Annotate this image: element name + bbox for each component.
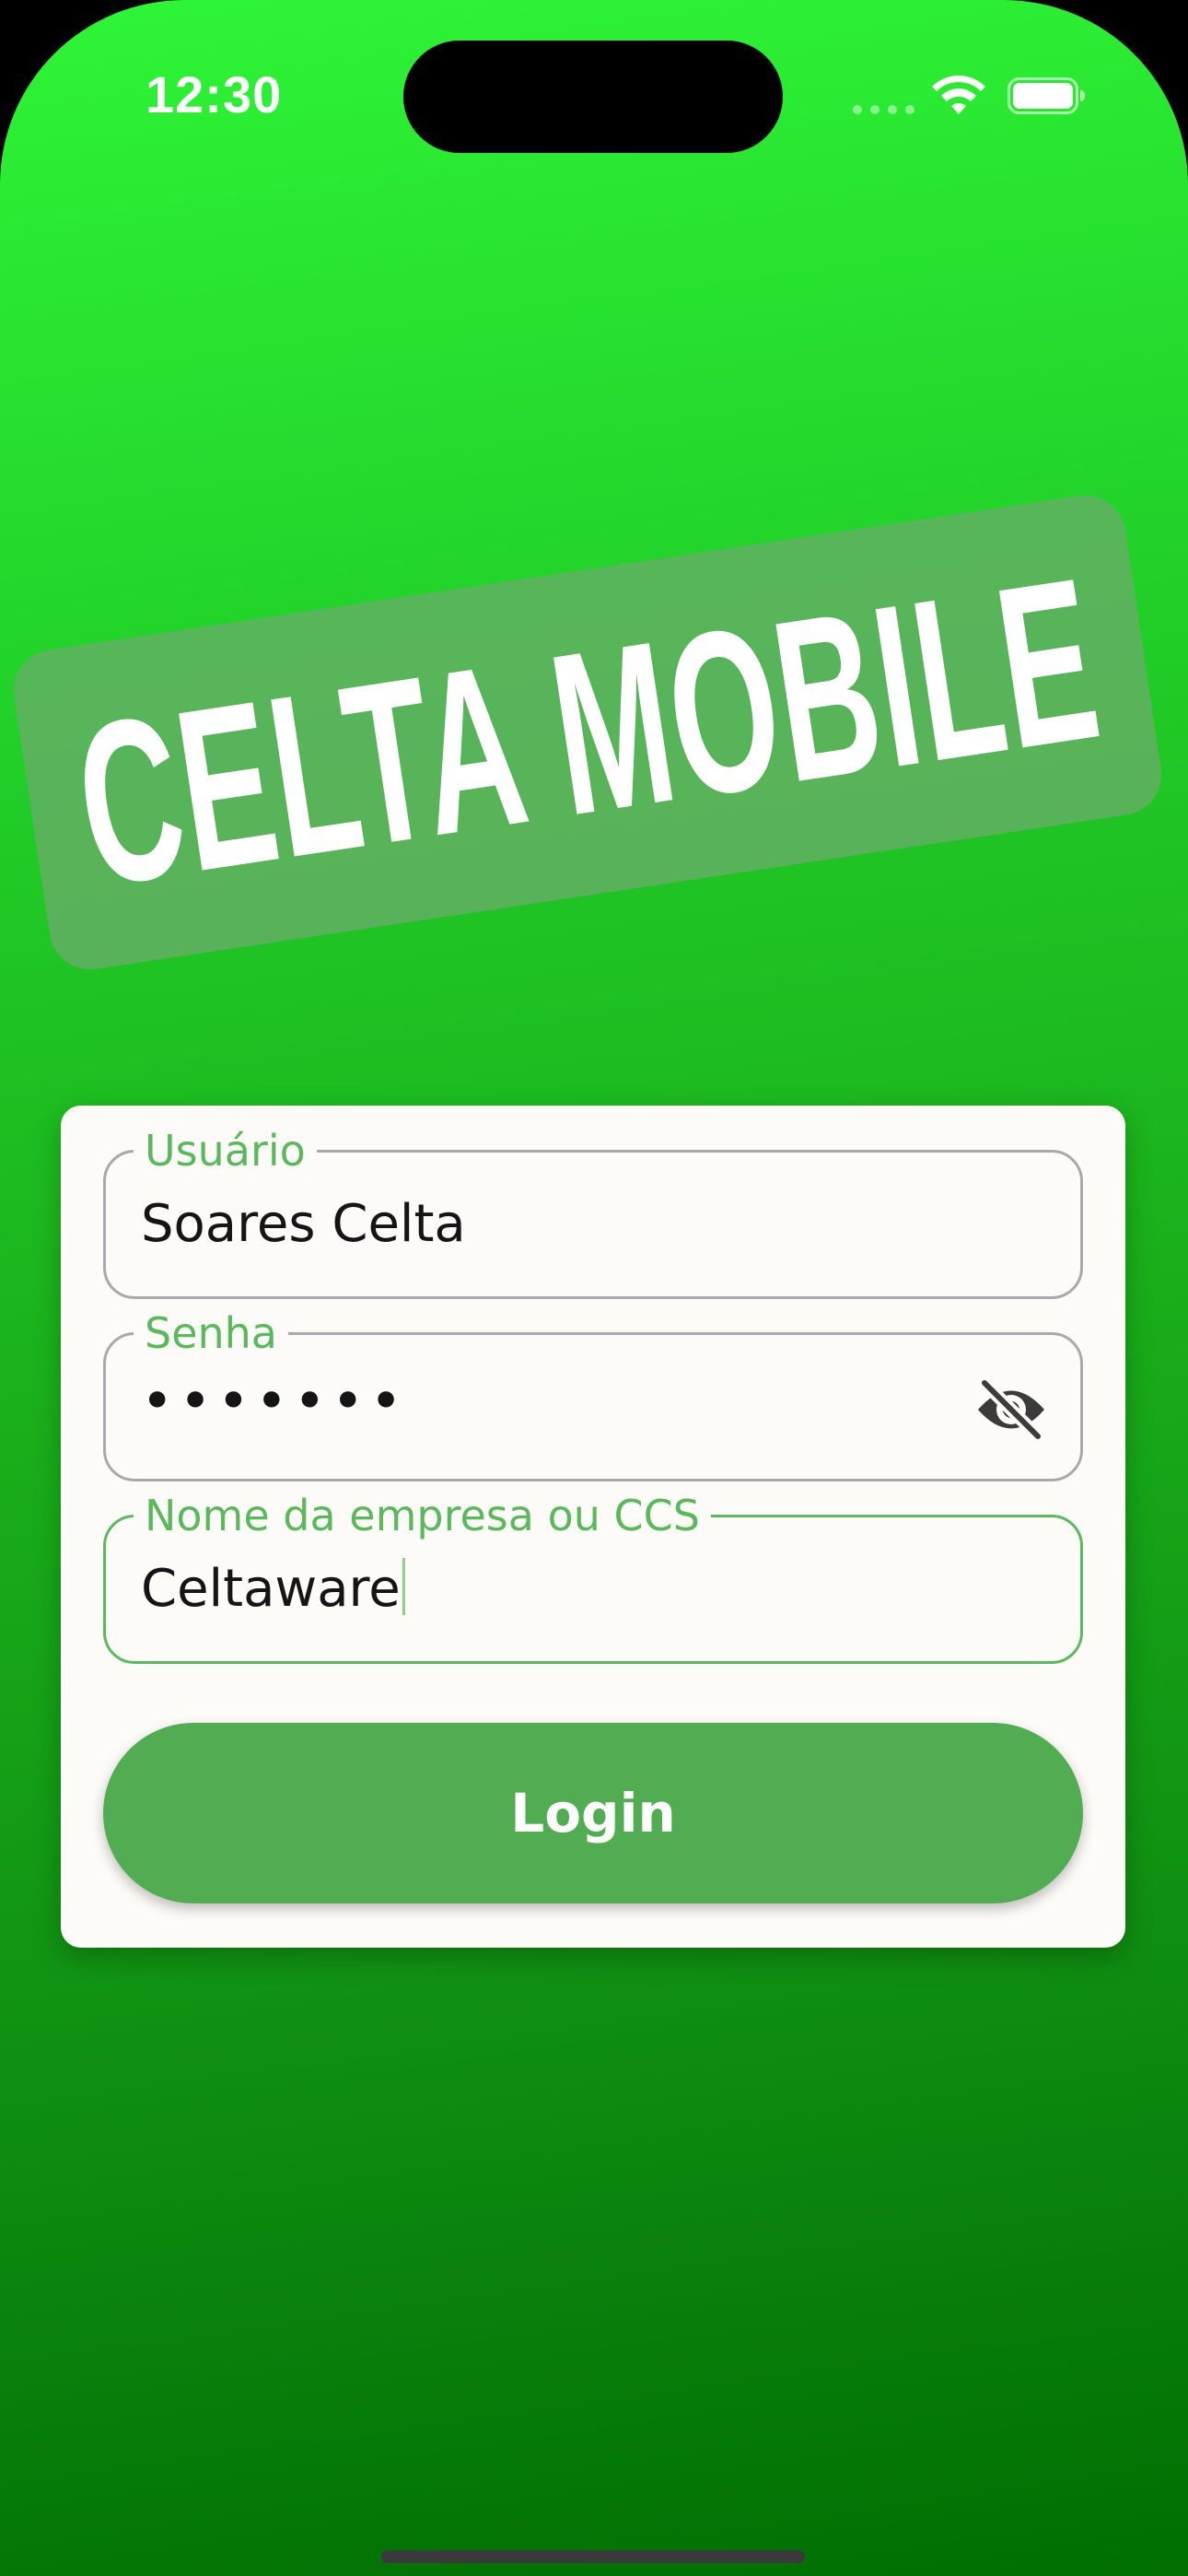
- username-label: Usuário: [134, 1125, 317, 1177]
- password-field[interactable]: Senha •••••••: [103, 1307, 1083, 1481]
- eye-off-icon[interactable]: [975, 1377, 1047, 1442]
- username-field[interactable]: Usuário Soares Celta: [103, 1125, 1083, 1299]
- text-caret: [402, 1558, 405, 1615]
- home-indicator[interactable]: [381, 2550, 805, 2563]
- cellular-signal-icon: [853, 105, 914, 114]
- company-value-text: Celtaware: [141, 1559, 401, 1619]
- password-value[interactable]: •••••••: [141, 1368, 408, 1434]
- company-value[interactable]: Celtaware: [141, 1556, 405, 1622]
- status-time: 12:30: [146, 65, 283, 123]
- login-button[interactable]: Login: [103, 1723, 1083, 1903]
- wifi-icon: [932, 76, 985, 114]
- login-screen: 12:30 CELTA MOBILE Usuário Soares Celta …: [0, 0, 1188, 2576]
- username-value[interactable]: Soares Celta: [141, 1191, 466, 1258]
- company-field[interactable]: Nome da empresa ou CCS Celtaware: [103, 1490, 1083, 1664]
- app-logo: CELTA MOBILE: [7, 489, 1168, 976]
- logo-text: CELTA MOBILE: [62, 529, 1113, 935]
- battery-icon: [1007, 77, 1085, 114]
- dynamic-island: [403, 41, 783, 153]
- company-label: Nome da empresa ou CCS: [134, 1490, 711, 1541]
- login-card: Usuário Soares Celta Senha ••••••• Nome …: [61, 1106, 1125, 1948]
- password-label: Senha: [134, 1307, 288, 1359]
